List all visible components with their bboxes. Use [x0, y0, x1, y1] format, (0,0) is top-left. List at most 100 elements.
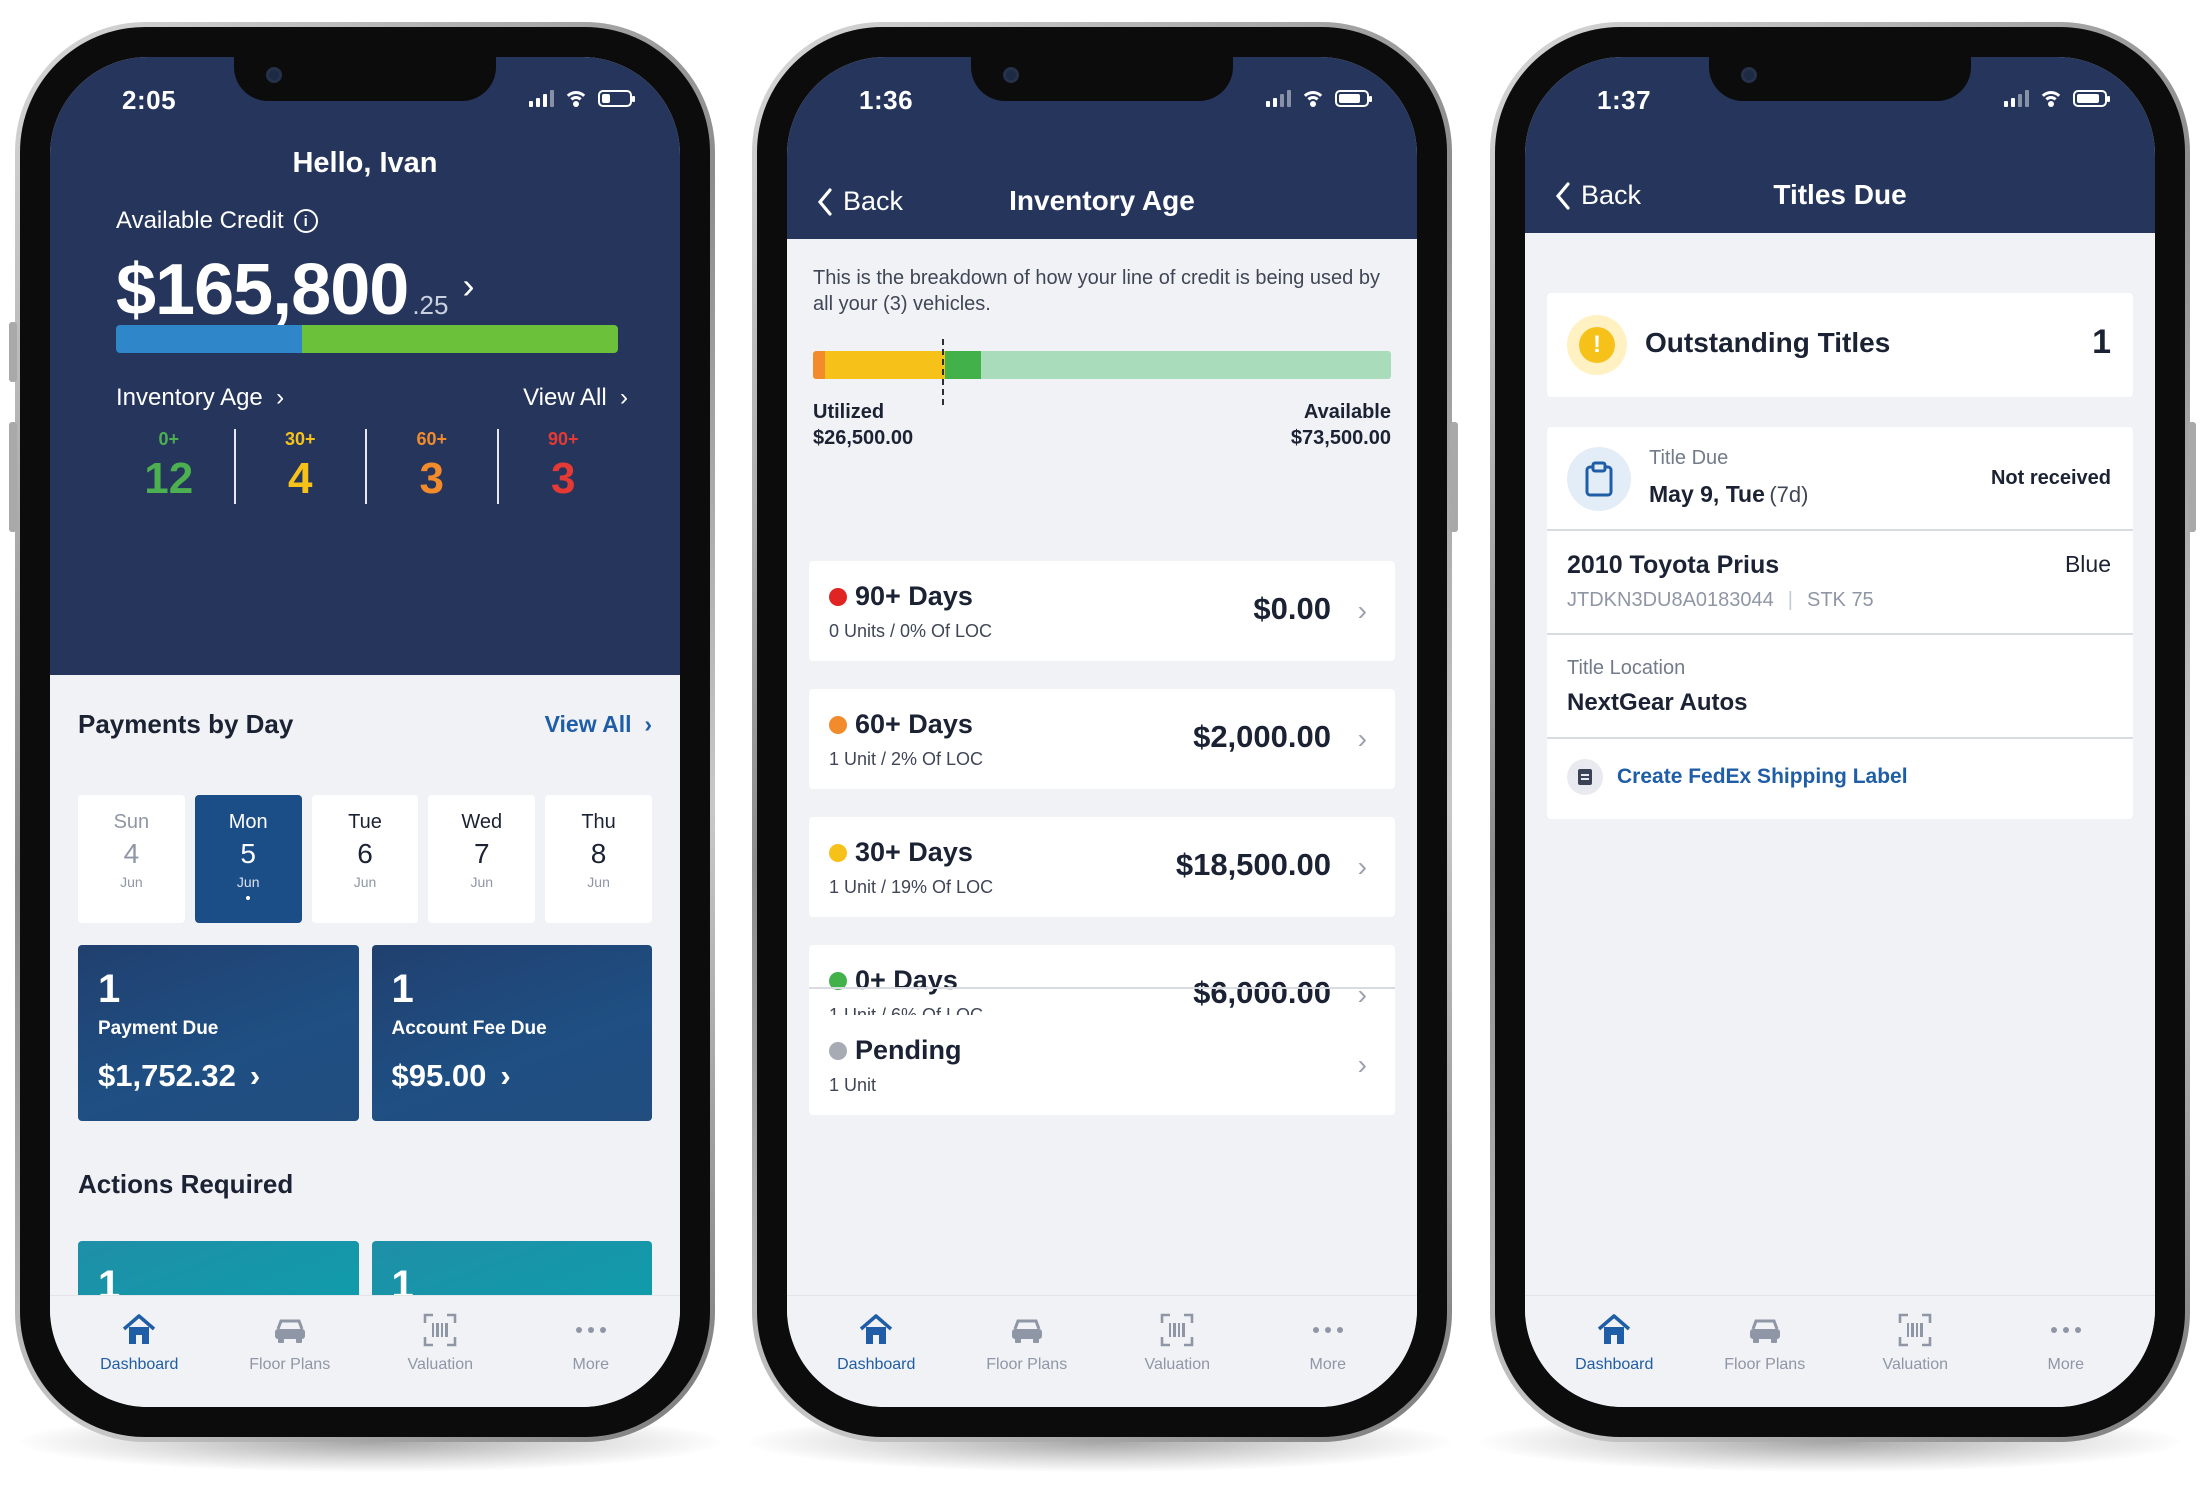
- age-bucket-count: 4: [288, 454, 313, 503]
- title-due-label: Title Due: [1649, 447, 1729, 469]
- signal-icon: [2004, 89, 2029, 107]
- tab-label: More: [2047, 1356, 2084, 1373]
- day-month: Jun: [353, 874, 377, 890]
- day-tue[interactable]: Tue 6 Jun: [311, 795, 419, 923]
- tab-bar: Dashboard Floor Plans Valuation More: [1525, 1295, 2155, 1407]
- row-title: 30+ Days: [855, 837, 973, 867]
- tab-label: Floor Plans: [986, 1356, 1068, 1373]
- chevron-right-icon: ›: [1357, 723, 1367, 754]
- day-month: Jun: [120, 874, 143, 890]
- card-title: Account Fee Due: [391, 1018, 547, 1039]
- info-icon[interactable]: i: [293, 209, 318, 233]
- age-bucket[interactable]: 60+ 3: [365, 429, 497, 504]
- day-number: 5: [240, 838, 256, 869]
- create-fedex-label-link[interactable]: Create FedEx Shipping Label: [1567, 759, 1908, 795]
- tab-label: Dashboard: [100, 1356, 179, 1373]
- day-number: 7: [474, 838, 490, 869]
- day-name: Mon: [228, 811, 268, 833]
- status-dot: [829, 715, 847, 734]
- dashboard-body: Payments by Day View All › Sun 4 Jun Mon 5 Ju…: [50, 675, 680, 1295]
- intro-text: This is the breakdown of how your line o…: [813, 267, 1380, 315]
- tab-label: Floor Plans: [249, 1356, 331, 1373]
- tab-more[interactable]: More: [1253, 1296, 1404, 1407]
- payment-due-card[interactable]: 1 Payment Due $1,752.32 ›: [78, 945, 359, 1121]
- action-cards: 1Title Due1Audit Due: [78, 1241, 652, 1295]
- day-thu[interactable]: Thu 8 Jun: [545, 795, 652, 923]
- credit-usage-bar: [116, 325, 618, 353]
- payments-view-all[interactable]: View All ›: [545, 711, 652, 738]
- barcode-scan-icon: [423, 1312, 457, 1348]
- chevron-right-icon: ›: [1357, 851, 1367, 882]
- title-due-date: May 9, Tue (7d): [1649, 481, 1809, 507]
- day-sun[interactable]: Sun 4 Jun: [78, 795, 185, 923]
- title-due-card[interactable]: 1Title Due: [78, 1241, 359, 1295]
- day-month: Jun: [236, 874, 260, 890]
- phone-inventory-age: 1:36 Inventory Age Back This is the brea…: [752, 22, 1458, 1442]
- tab-more[interactable]: More: [1991, 1296, 2142, 1407]
- car-icon: [272, 1312, 308, 1348]
- card-title: Payment Due: [98, 1018, 219, 1039]
- audit-due-card[interactable]: 1Audit Due: [371, 1241, 652, 1295]
- day-month: Jun: [587, 874, 610, 890]
- credit-amount[interactable]: $165,800 .25 ›: [116, 249, 474, 331]
- bar-segment-30: [825, 351, 945, 379]
- age-row[interactable]: 90+ Days 0 Units / 0% Of LOC $0.00 ›: [809, 561, 1395, 661]
- vehicle-color: Blue: [2064, 551, 2111, 577]
- title-detail-card: Title Due May 9, Tue (7d) Not received 2…: [1547, 427, 2133, 819]
- available-credit-label: Available Credit i: [116, 207, 318, 235]
- tab-label: Floor Plans: [1724, 1356, 1806, 1373]
- title-location-label: Title Location: [1567, 657, 1686, 679]
- chevron-left-icon: [1555, 181, 1570, 210]
- age-bucket[interactable]: 0+ 12: [104, 429, 234, 504]
- has-payment-dot: [246, 896, 251, 900]
- back-button[interactable]: Back: [1555, 180, 1641, 211]
- back-button[interactable]: Back: [817, 186, 903, 217]
- tab-label: Dashboard: [837, 1356, 916, 1373]
- row-amount: $18,500.00: [1175, 847, 1331, 882]
- status-time: 2:05: [122, 85, 177, 115]
- stock-number: STK 75: [1806, 589, 1874, 611]
- vin: JTDKN3DU8A0183044: [1567, 589, 1774, 611]
- day-name: Wed: [461, 811, 503, 833]
- day-wed[interactable]: Wed 7 Jun: [428, 795, 536, 923]
- pending-row[interactable]: Pending 1 Unit ›: [809, 1015, 1395, 1115]
- tab-valuation[interactable]: Valuation: [1840, 1296, 1991, 1407]
- tab-valuation[interactable]: Valuation: [365, 1296, 516, 1407]
- row-amount: $0.00: [1253, 591, 1331, 626]
- tab-dashboard[interactable]: Dashboard: [1539, 1296, 1690, 1407]
- card-count: 1: [391, 967, 414, 1011]
- card-amount: $1,752.32 ›: [98, 1058, 261, 1093]
- tab-dashboard[interactable]: Dashboard: [64, 1296, 215, 1407]
- available-summary: Available $73,500.00: [1291, 399, 1391, 451]
- day-number: 8: [590, 838, 607, 869]
- tab-more[interactable]: More: [516, 1296, 667, 1407]
- tab-label: Dashboard: [1575, 1356, 1654, 1373]
- age-bucket[interactable]: 90+ 3: [496, 429, 629, 504]
- phone-dashboard: 2:05 Hello, Ivan Available Credit i $165…: [9, 22, 715, 1442]
- age-row[interactable]: 30+ Days 1 Unit / 19% Of LOC $18,500.00 ›: [809, 817, 1395, 917]
- title-status: Not received: [1990, 467, 2111, 489]
- card-amount: $95.00 ›: [391, 1058, 511, 1093]
- tab-floor-plans[interactable]: Floor Plans: [215, 1296, 366, 1407]
- tab-dashboard[interactable]: Dashboard: [801, 1296, 952, 1407]
- view-all-link[interactable]: View All ›: [523, 384, 628, 412]
- age-bucket-label: 30+: [284, 429, 316, 449]
- age-buckets: 0+ 12 30+ 4 60+ 3 90+ 3: [104, 429, 628, 504]
- tab-floor-plans[interactable]: Floor Plans: [1690, 1296, 1841, 1407]
- age-bucket[interactable]: 30+ 4: [233, 429, 366, 504]
- utilized-summary: Utilized $26,500.00: [813, 399, 913, 451]
- chevron-right-icon: ›: [500, 1058, 511, 1093]
- chevron-left-icon: [817, 187, 832, 216]
- tab-floor-plans[interactable]: Floor Plans: [952, 1296, 1103, 1407]
- warning-icon: !: [1567, 315, 1627, 375]
- tab-bar: Dashboard Floor Plans Valuation More: [787, 1295, 1417, 1407]
- age-row[interactable]: 60+ Days 1 Unit / 2% Of LOC $2,000.00 ›: [809, 689, 1395, 789]
- tab-valuation[interactable]: Valuation: [1102, 1296, 1253, 1407]
- inventory-age-link[interactable]: Inventory Age ›: [116, 384, 284, 412]
- utilized-value: $26,500.00: [813, 427, 914, 449]
- account-fee-card[interactable]: 1 Account Fee Due $95.00 ›: [371, 945, 652, 1121]
- row-subtitle: 0 Units / 0% Of LOC: [829, 621, 993, 641]
- age-bucket-label: 0+: [158, 429, 180, 449]
- day-mon[interactable]: Mon 5 Jun: [194, 795, 302, 923]
- row-amount: $2,000.00: [1193, 719, 1331, 754]
